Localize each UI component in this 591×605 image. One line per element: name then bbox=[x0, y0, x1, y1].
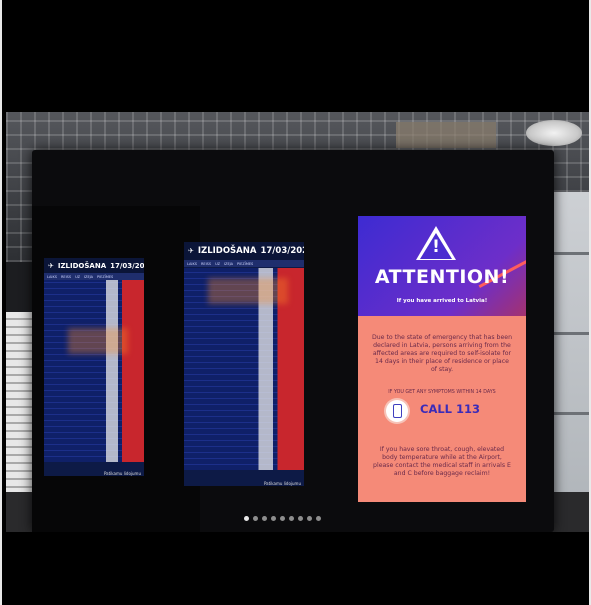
photo-frame: ✈ IZLIDOŠANA 17/03/2020 13:36 LAIKS REIS… bbox=[0, 0, 591, 605]
symptoms-line: IF YOU GET ANY SYMPTOMS WITHIN 14 DAYS bbox=[388, 390, 496, 395]
carousel-dot[interactable] bbox=[253, 516, 258, 521]
carousel-dot[interactable] bbox=[298, 516, 303, 521]
column-header: REISS bbox=[200, 261, 212, 266]
attention-notice-screen: ! ATTENTION! If you have arrived to Latv… bbox=[358, 216, 526, 502]
carousel-dot[interactable] bbox=[289, 516, 294, 521]
plane-icon: ✈ bbox=[188, 247, 194, 255]
column-header: LAIKS bbox=[187, 261, 197, 266]
board-footer: Patikamu lidojumu bbox=[263, 481, 301, 486]
column-header: UZ bbox=[75, 274, 81, 279]
column-header: UZ bbox=[215, 261, 221, 266]
column-header: LAIKS bbox=[47, 274, 57, 279]
departures-board-center: ✈ IZLIDOŠANA 17/03/2020 13:36 LAIKS REIS… bbox=[184, 242, 304, 486]
carousel-dot[interactable] bbox=[307, 516, 312, 521]
reflection-glow bbox=[208, 278, 288, 304]
notice-heading: ATTENTION! bbox=[374, 266, 510, 288]
carousel-indicator bbox=[244, 516, 321, 521]
carousel-dot[interactable] bbox=[262, 516, 267, 521]
board-header: ✈ IZLIDOŠANA 17/03/2020 13:36 bbox=[44, 258, 144, 273]
carousel-dot[interactable] bbox=[280, 516, 285, 521]
board-header: ✈ IZLIDOŠANA 17/03/2020 13:36 bbox=[184, 242, 304, 260]
plane-icon: ✈ bbox=[48, 261, 54, 270]
board-datetime: 17/03/2020 13:36 bbox=[110, 261, 144, 270]
departures-board-left: ✈ IZLIDOŠANA 17/03/2020 13:36 LAIKS REIS… bbox=[44, 258, 144, 476]
ceiling-lamp bbox=[526, 120, 582, 146]
left-window bbox=[6, 312, 32, 502]
notice-subheading: If you have arrived to Latvia! bbox=[396, 298, 488, 304]
column-header: PIEZĪMES bbox=[237, 261, 254, 266]
airport-photo: ✈ IZLIDOŠANA 17/03/2020 13:36 LAIKS REIS… bbox=[6, 112, 589, 532]
reflection-glow bbox=[68, 328, 128, 354]
column-header: IZEJA bbox=[224, 261, 234, 266]
notice-paragraph-emergency: Due to the state of emergency that has b… bbox=[372, 334, 512, 373]
carousel-dot[interactable] bbox=[244, 516, 249, 521]
column-header: REISS bbox=[60, 274, 72, 279]
call-number: CALL 113 bbox=[420, 402, 481, 416]
column-header: IZEJA bbox=[84, 274, 94, 279]
board-column-headers: LAIKS REISS UZ IZEJA PIEZĪMES bbox=[184, 260, 304, 267]
board-datetime: 17/03/2020 13:36 bbox=[260, 246, 304, 256]
carousel-dot[interactable] bbox=[316, 516, 321, 521]
board-footer: Patikamu lidojumu bbox=[103, 471, 141, 476]
display-kiosk: ✈ IZLIDOŠANA 17/03/2020 13:36 LAIKS REIS… bbox=[32, 150, 554, 532]
board-title: IZLIDOŠANA bbox=[197, 246, 257, 256]
ceiling-beam-right bbox=[396, 122, 496, 148]
flight-rows bbox=[44, 280, 144, 462]
warning-exclamation: ! bbox=[432, 237, 440, 257]
phone-icon bbox=[386, 400, 408, 422]
column-header: PIEZĪMES bbox=[97, 274, 114, 279]
carousel-dot[interactable] bbox=[271, 516, 276, 521]
board-title: IZLIDOŠANA bbox=[57, 261, 107, 270]
notice-paragraph-medical: If you have sore throat, cough, elevated… bbox=[373, 446, 511, 477]
board-column-headers: LAIKS REISS UZ IZEJA PIEZĪMES bbox=[44, 273, 144, 280]
